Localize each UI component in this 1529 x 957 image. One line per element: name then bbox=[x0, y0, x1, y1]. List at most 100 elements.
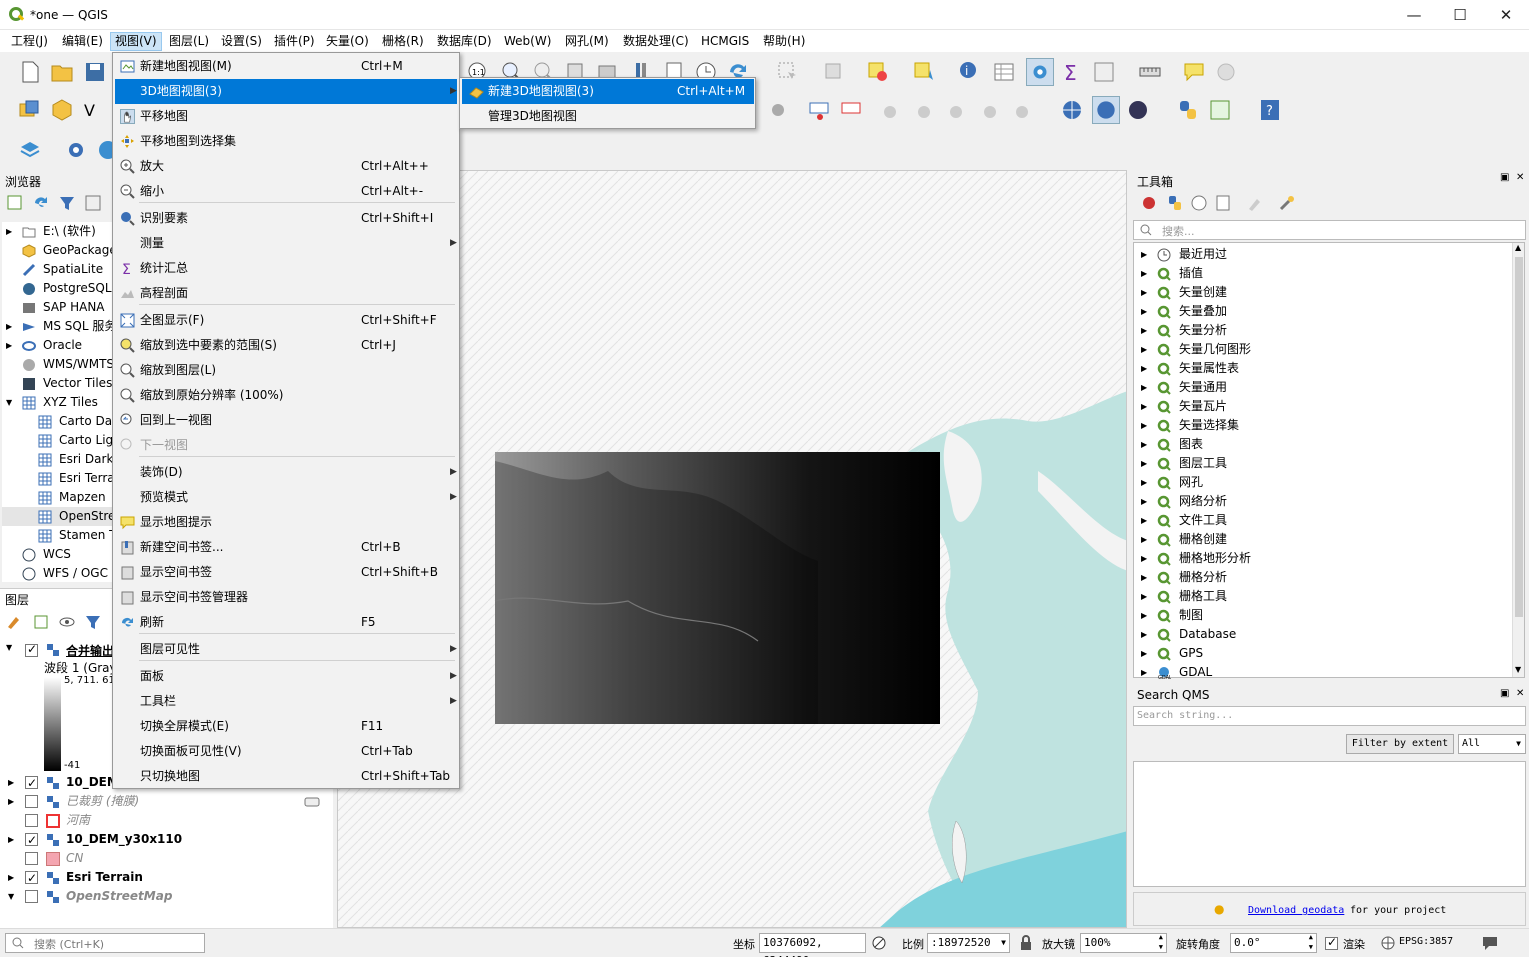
temporary-layer-icon[interactable] bbox=[304, 795, 320, 809]
spinner-arrows-icon[interactable]: ▲ ▼ bbox=[1309, 932, 1313, 952]
close-panel-icon[interactable]: ✕ bbox=[1516, 172, 1524, 183]
field-calculator-icon[interactable] bbox=[1092, 60, 1116, 84]
toolbox-search-input[interactable]: 搜索... bbox=[1133, 220, 1526, 240]
style-layer-icon[interactable] bbox=[6, 613, 24, 631]
menu-settings[interactable]: 设置(S) bbox=[217, 32, 266, 51]
float-panel-icon[interactable]: ▣ bbox=[1500, 688, 1509, 699]
expand-arrow-icon[interactable]: ▶ bbox=[1141, 663, 1147, 682]
view-menu-item-3d-map-view[interactable]: 3D地图视图(3) ▶ bbox=[115, 79, 457, 104]
filter-legend-icon[interactable] bbox=[84, 613, 102, 631]
toolbox-group-mesh[interactable]: ▶ 网孔 bbox=[1134, 473, 1514, 492]
magnifier-spinbox[interactable]: 100% ▲ ▼ bbox=[1080, 933, 1167, 953]
toolbox-group-database[interactable]: ▶ Database bbox=[1134, 625, 1514, 644]
messages-icon[interactable] bbox=[1481, 934, 1499, 952]
expand-arrow-icon[interactable]: ▶ bbox=[1141, 625, 1147, 644]
layer-row-clipped[interactable]: ▶ 已裁剪 (掩膜) bbox=[0, 792, 330, 811]
hide-label-icon[interactable] bbox=[914, 98, 938, 122]
toolbox-group-layer-tools[interactable]: ▶ 图层工具 bbox=[1134, 454, 1514, 473]
new-3d-map-view-item[interactable]: 新建3D地图视图(3) Ctrl+Alt+M bbox=[462, 79, 754, 104]
toolbox-group-raster-terrain[interactable]: ▶ 栅格地形分析 bbox=[1134, 549, 1514, 568]
new-geopackage-icon[interactable] bbox=[50, 98, 74, 122]
view-menu-item-refresh[interactable]: 刷新 F5 bbox=[115, 610, 457, 635]
deselect-icon[interactable] bbox=[822, 60, 846, 84]
menu-project[interactable]: 工程(J) bbox=[7, 32, 52, 51]
maximize-button[interactable]: ☐ bbox=[1437, 0, 1483, 30]
plugin-disabled-icon[interactable] bbox=[1214, 60, 1238, 84]
history-icon[interactable] bbox=[1190, 194, 1208, 212]
expand-arrow-icon[interactable]: ▶ bbox=[1141, 511, 1147, 530]
menu-raster[interactable]: 栅格(R) bbox=[378, 32, 428, 51]
view-menu-item-zoom-native[interactable]: 缩放到原始分辨率 (100%) bbox=[115, 383, 457, 408]
data-source-manager-icon[interactable] bbox=[18, 98, 42, 122]
toolbox-group-plots[interactable]: ▶ 图表 bbox=[1134, 435, 1514, 454]
expand-arrow-icon[interactable]: ▶ bbox=[1141, 644, 1147, 663]
crs-globe-icon[interactable] bbox=[1381, 936, 1395, 950]
toolbox-group-vector-table[interactable]: ▶ 矢量属性表 bbox=[1134, 359, 1514, 378]
expand-arrow-icon[interactable]: ▼ bbox=[6, 643, 12, 652]
download-geodata-link[interactable]: Download geodata bbox=[1248, 905, 1344, 916]
vector-layer-icon[interactable]: V bbox=[82, 98, 106, 122]
view-menu-item-statistical-summary[interactable]: Σ 统计汇总 bbox=[115, 256, 457, 281]
qms-search-input[interactable]: Search string... bbox=[1133, 706, 1526, 726]
expand-arrow-icon[interactable]: ▶ bbox=[1141, 549, 1147, 568]
close-button[interactable]: ✕ bbox=[1483, 0, 1529, 30]
expand-arrow-icon[interactable]: ▶ bbox=[1141, 473, 1147, 492]
extents-toggle-icon[interactable] bbox=[871, 935, 887, 951]
expand-arrow-icon[interactable]: ▶ bbox=[1141, 587, 1147, 606]
view-menu-item-toggle-map-only[interactable]: 只切换地图 Ctrl+Shift+Tab bbox=[115, 764, 457, 789]
menu-mesh[interactable]: 网孔(M) bbox=[561, 32, 613, 51]
toolbox-group-gdal[interactable]: ▶ GDAL GDAL bbox=[1134, 663, 1514, 682]
expand-arrow-icon[interactable]: ▶ bbox=[1141, 492, 1147, 511]
geoprocessing-icon[interactable] bbox=[1208, 98, 1232, 122]
qms-results-list[interactable] bbox=[1133, 761, 1526, 887]
view-menu-item-zoom-last[interactable]: 回到上一视图 bbox=[115, 408, 457, 433]
manage-3d-map-views-item[interactable]: 管理3D地图视图 bbox=[462, 104, 754, 129]
rotation-spinbox[interactable]: 0.0° ▲ ▼ bbox=[1230, 933, 1317, 953]
expand-arrow-icon[interactable]: ▶ bbox=[1141, 264, 1147, 283]
attribute-table-icon[interactable] bbox=[992, 60, 1016, 84]
view-menu-item-toolbars[interactable]: 工具栏 ▶ bbox=[115, 689, 457, 714]
toolbox-group-vector-general[interactable]: ▶ 矢量通用 bbox=[1134, 378, 1514, 397]
view-menu-item-layer-visibility[interactable]: 图层可见性 ▶ bbox=[115, 637, 457, 662]
statistics-icon[interactable]: Σ bbox=[1060, 60, 1084, 84]
options-wrench-icon[interactable] bbox=[1278, 194, 1296, 212]
expand-arrow-icon[interactable]: ▶ bbox=[1141, 435, 1147, 454]
close-panel-icon[interactable]: ✕ bbox=[1516, 688, 1524, 699]
crs-label[interactable]: EPSG:3857 bbox=[1399, 936, 1453, 947]
view-menu-item-preview-mode[interactable]: 预览模式 ▶ bbox=[115, 485, 457, 510]
view-menu-item-show-bookmarks[interactable]: 显示空间书签 Ctrl+Shift+B bbox=[115, 560, 457, 585]
refresh-browser-icon[interactable] bbox=[32, 194, 50, 212]
qms-search-icon[interactable] bbox=[1092, 96, 1120, 124]
menu-vector[interactable]: 矢量(O) bbox=[322, 32, 373, 51]
view-menu-item-zoom-out[interactable]: 缩小 Ctrl+Alt+- bbox=[115, 179, 457, 204]
layers-stack-icon[interactable] bbox=[18, 138, 42, 162]
results-icon[interactable] bbox=[1214, 194, 1232, 212]
toolbox-group-vector-selection[interactable]: ▶ 矢量选择集 bbox=[1134, 416, 1514, 435]
view-menu-item-measure[interactable]: 测量 ▶ bbox=[115, 231, 457, 256]
add-selected-icon[interactable] bbox=[6, 194, 24, 212]
layer-row-esri-terrain[interactable]: ▶ Esri Terrain bbox=[0, 868, 330, 888]
view-menu-item-panels[interactable]: 面板 ▶ bbox=[115, 664, 457, 689]
expand-arrow-icon[interactable]: ▶ bbox=[1141, 359, 1147, 378]
view-menu-item-bookmark-manager[interactable]: 显示空间书签管理器 bbox=[115, 585, 457, 610]
toolbox-group-vector-analysis[interactable]: ▶ 矢量分析 bbox=[1134, 321, 1514, 340]
view-menu-item-toggle-fullscreen[interactable]: 切换全屏模式(E) F11 bbox=[115, 714, 457, 739]
select-location-icon[interactable] bbox=[912, 60, 936, 84]
expand-arrow-icon[interactable]: ▶ bbox=[1141, 606, 1147, 625]
view-menu-item-new-map-view[interactable]: 新建地图视图(M) Ctrl+M bbox=[115, 54, 457, 79]
open-project-icon[interactable] bbox=[50, 60, 74, 84]
layer-row-openstreetmap[interactable]: ▼ OpenStreetMap bbox=[0, 887, 330, 906]
toolbox-group-recent[interactable]: ▶ 最近用过 bbox=[1134, 245, 1514, 264]
select-expression-icon[interactable] bbox=[866, 60, 890, 84]
expand-arrow-icon[interactable]: ▶ bbox=[1141, 397, 1147, 416]
toolbox-group-vector-creation[interactable]: ▶ 矢量创建 bbox=[1134, 283, 1514, 302]
layer-checkbox[interactable] bbox=[25, 831, 38, 850]
toolbox-scrollbar[interactable]: ▲ ▼ bbox=[1512, 243, 1524, 677]
expand-arrow-icon[interactable]: ▶ bbox=[1141, 340, 1147, 359]
add-group-icon[interactable] bbox=[32, 613, 50, 631]
float-panel-icon[interactable]: ▣ bbox=[1500, 172, 1509, 183]
expand-arrow-icon[interactable]: ▶ bbox=[1141, 416, 1147, 435]
menu-database[interactable]: 数据库(D) bbox=[433, 32, 496, 51]
layer-checkbox[interactable] bbox=[25, 869, 38, 888]
processing-settings-icon[interactable] bbox=[1026, 58, 1054, 86]
